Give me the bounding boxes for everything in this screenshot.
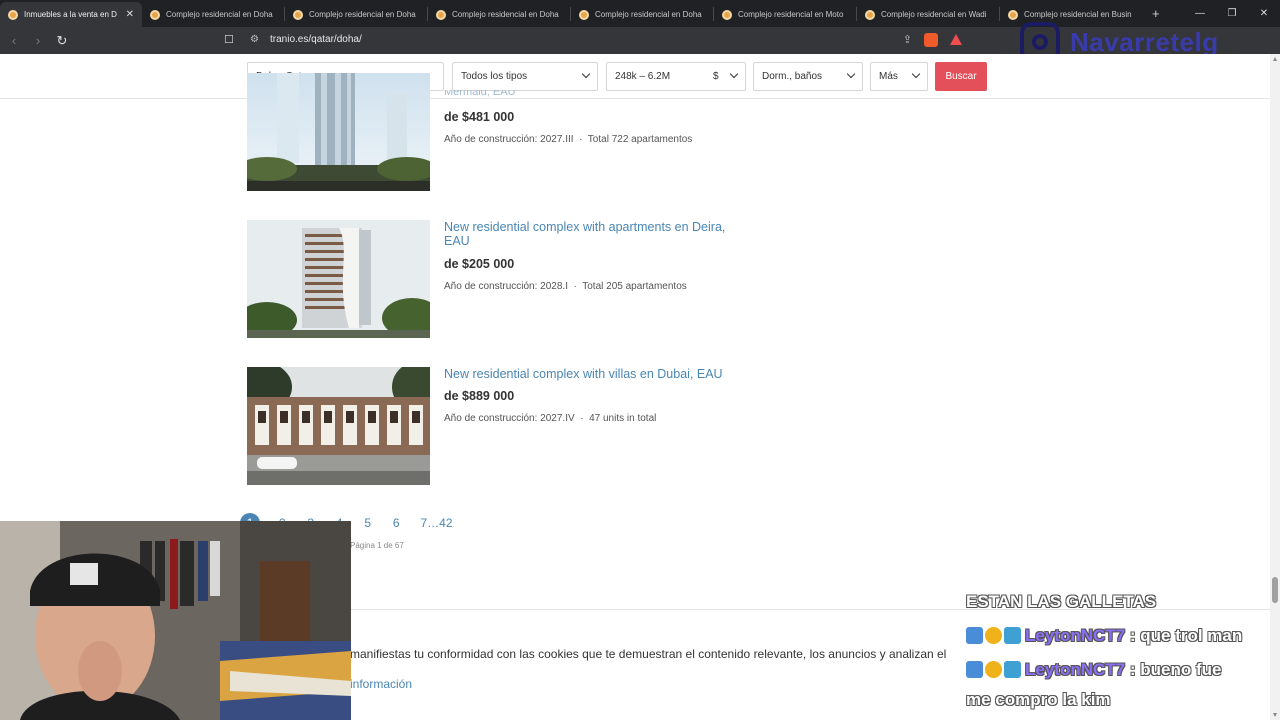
chat-badges (966, 661, 1021, 678)
bookmark-icon[interactable]: ☐ (224, 33, 234, 46)
listing-photo[interactable] (247, 220, 430, 338)
browser-tab[interactable]: Complejo residencial en Doha (142, 2, 284, 27)
forward-icon[interactable]: › (28, 33, 48, 48)
favicon-icon (436, 9, 446, 20)
chat-message: LeytonNCT7 : bueno fue (966, 660, 1280, 680)
chat-username: LeytonNCT7 (1025, 660, 1126, 679)
more-filters-value: Más (879, 71, 898, 82)
listing-meta: Año de construcción: 2028.I · Total 205 … (444, 281, 687, 292)
restore-icon[interactable]: ❐ (1216, 8, 1248, 19)
chat-message: LeytonNCT7 : que trol man (966, 626, 1280, 646)
close-icon[interactable]: ✕ (126, 9, 134, 20)
chevron-down-icon (846, 69, 856, 79)
rooms-select[interactable]: Dorm., baños (753, 62, 863, 91)
browser-tab[interactable]: Complejo residencial en Doha (428, 2, 570, 27)
listing-price: de $205 000 (444, 257, 515, 271)
listing-price: de $481 000 (444, 110, 515, 124)
listing-title[interactable]: Mermaid, EAU (444, 90, 744, 100)
new-tab-icon[interactable]: + (1142, 6, 1170, 21)
stream-chat-overlay: ESTAN LAS GALLETAS LeytonNCT7 : que trol… (966, 592, 1280, 710)
construction-year: Año de construcción: 2028.I (444, 281, 568, 292)
listing-card: New residential complex with villas en D… (247, 367, 767, 485)
listing-photo[interactable] (247, 367, 430, 485)
back-icon[interactable]: ‹ (4, 33, 24, 48)
favicon-icon (722, 9, 732, 20)
hammer-badge-icon (966, 627, 983, 644)
cookie-text: manifiestas tu conformidad con las cooki… (350, 647, 947, 661)
favicon-icon (8, 9, 18, 20)
chat-message: ESTAN LAS GALLETAS (966, 592, 1157, 611)
browser-tab[interactable]: Complejo residencial en Moto (714, 2, 856, 27)
webcam-overlay (0, 521, 351, 720)
listing-photo[interactable] (247, 73, 430, 191)
favicon-icon (1008, 9, 1018, 20)
listing-card: Mermaid, EAU de $481 000 Año de construc… (247, 73, 767, 191)
listing-card: New residential complex with apartments … (247, 220, 767, 338)
verified-badge-icon (1004, 627, 1021, 644)
rooms-value: Dorm., baños (762, 71, 823, 82)
favicon-icon (293, 9, 303, 20)
url-field[interactable]: tranio.es/qatar/doha/ (270, 34, 362, 45)
tab-label: Complejo residencial en Doha (309, 10, 416, 19)
chat-message: me compro la kim (966, 690, 1111, 709)
first-badge-icon (985, 661, 1002, 678)
apartments-total: Total 205 apartamentos (582, 281, 687, 292)
chevron-down-icon (911, 69, 921, 79)
page-6-link[interactable]: 6 (382, 516, 411, 530)
browser-tab[interactable]: Complejo residencial en Doha (285, 2, 427, 27)
scroll-up-icon[interactable] (1273, 57, 1277, 61)
browser-tab[interactable]: Complejo residencial en Doha (571, 2, 713, 27)
close-window-icon[interactable]: ✕ (1248, 8, 1280, 19)
rewards-icon[interactable] (950, 34, 962, 45)
address-bar-actions: ⇪ (903, 33, 962, 47)
tab-label: Complejo residencial en Doha (452, 10, 559, 19)
chat-badges (966, 627, 1021, 644)
tab-label: Complejo residencial en Busin (1024, 10, 1132, 19)
site-info-icon[interactable]: ⚙ (250, 34, 259, 45)
browser-tab[interactable]: Inmuebles a la venta en D ✕ (0, 2, 142, 27)
tab-label: Complejo residencial en Doha (595, 10, 702, 19)
tab-label: Complejo residencial en Moto (738, 10, 844, 19)
more-filters-select[interactable]: Más (870, 62, 928, 91)
listing-price: de $889 000 (444, 389, 515, 403)
construction-year: Año de construcción: 2027.III (444, 134, 574, 145)
listing-title[interactable]: New residential complex with apartments … (444, 220, 744, 248)
units-total: 47 units in total (589, 413, 657, 424)
chat-text: : bueno fue (1129, 660, 1222, 679)
tab-label: Complejo residencial en Wadi (881, 10, 987, 19)
hammer-badge-icon (966, 661, 983, 678)
page-5-link[interactable]: 5 (354, 516, 383, 530)
chat-username: LeytonNCT7 (1025, 626, 1126, 645)
brave-shields-icon[interactable] (924, 33, 938, 47)
construction-year: Año de construcción: 2027.IV (444, 413, 575, 424)
favicon-icon (865, 9, 875, 20)
search-button[interactable]: Buscar (935, 62, 987, 91)
apartments-total: Total 722 apartamentos (587, 134, 693, 145)
first-badge-icon (985, 627, 1002, 644)
cookie-more-info-link[interactable]: información (350, 677, 412, 691)
tab-label: Inmuebles a la venta en D (24, 10, 117, 19)
page-info: Página 1 de 67 (350, 541, 404, 550)
chat-text: : que trol man (1129, 626, 1243, 645)
browser-tab[interactable]: Complejo residencial en Wadi (857, 2, 999, 27)
listing-meta: Año de construcción: 2027.III · Total 72… (444, 134, 693, 145)
listing-meta: Año de construcción: 2027.IV · 47 units … (444, 413, 657, 424)
verified-badge-icon (1004, 661, 1021, 678)
tab-label: Complejo residencial en Doha (166, 10, 273, 19)
reload-icon[interactable]: ↻ (52, 33, 72, 49)
favicon-icon (150, 9, 160, 20)
scroll-down-icon[interactable] (1273, 713, 1277, 717)
instagram-handle: Navarretelg (1070, 26, 1219, 57)
share-icon[interactable]: ⇪ (903, 33, 912, 47)
minimize-icon[interactable]: — (1184, 8, 1216, 19)
favicon-icon (579, 9, 589, 20)
page-range-link[interactable]: 7…42 (421, 516, 453, 530)
listing-title[interactable]: New residential complex with villas en D… (444, 367, 744, 381)
